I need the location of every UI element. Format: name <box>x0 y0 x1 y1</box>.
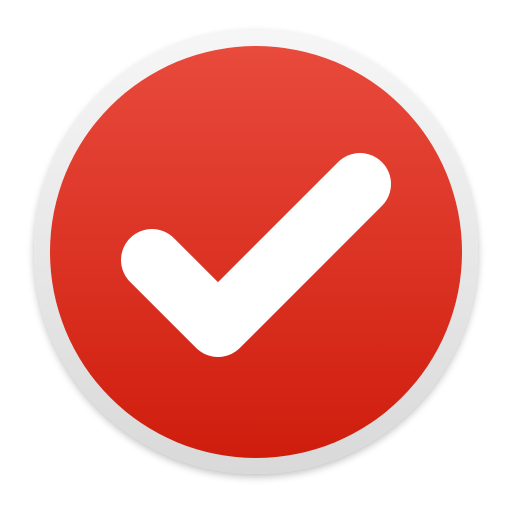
app-icon <box>0 0 512 512</box>
checkmark-icon <box>34 30 478 474</box>
